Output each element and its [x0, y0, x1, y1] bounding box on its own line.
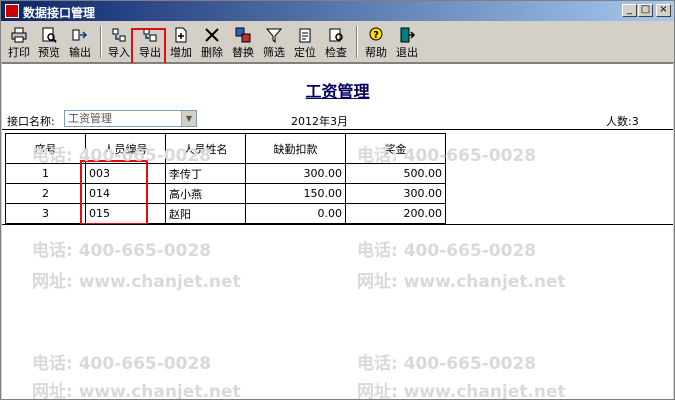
- header-divider: [2, 129, 673, 130]
- print-button[interactable]: 打印: [5, 25, 33, 59]
- locate-icon: [299, 28, 311, 43]
- cell-bonus[interactable]: 200.00: [345, 203, 446, 224]
- check-label: 检查: [325, 46, 347, 59]
- replace-button[interactable]: 替换: [229, 25, 257, 59]
- column-header[interactable]: 缺勤扣款: [245, 133, 346, 164]
- cell-seq[interactable]: 2: [5, 183, 86, 204]
- import-label: 导入: [108, 46, 130, 59]
- watermark-site: 网址: www.chanjet.net: [357, 272, 566, 292]
- locate-label: 定位: [294, 46, 316, 59]
- watermark-phone: 电话: 400-665-0028: [32, 354, 212, 374]
- watermark-phone: 电话: 400-665-0028: [357, 354, 537, 374]
- cell-employee-name[interactable]: 赵阳: [165, 203, 246, 224]
- watermark-site: 网址: www.chanjet.net: [32, 272, 241, 292]
- help-label: 帮助: [365, 46, 387, 59]
- app-icon: [5, 4, 19, 18]
- table-row[interactable]: 3 015 赵阳 0.00 200.00: [5, 203, 446, 224]
- output-label: 输出: [69, 46, 91, 59]
- preview-icon: [42, 27, 57, 43]
- close-button[interactable]: ×: [656, 4, 671, 17]
- help-button[interactable]: ? 帮助: [362, 25, 390, 59]
- table-bottom-divider: [2, 224, 673, 225]
- app-window: 数据接口管理 _ □ × 打印 预览 输出 导入 导出 增加 删除 替换 筛选 …: [0, 0, 675, 400]
- filter-icon: [266, 28, 282, 43]
- output-button[interactable]: 输出: [66, 25, 94, 59]
- table-header-row: 序号 人员编号 人员姓名 缺勤扣款 奖金: [5, 133, 446, 164]
- minimize-button[interactable]: _: [622, 4, 637, 17]
- replace-icon: [235, 27, 251, 43]
- cell-employee-name[interactable]: 高小燕: [165, 183, 246, 204]
- locate-button[interactable]: 定位: [291, 25, 319, 59]
- add-icon: [175, 27, 187, 43]
- interface-label: 接口名称:: [7, 115, 55, 128]
- toolbar-separator: [356, 26, 358, 58]
- filter-label: 筛选: [263, 46, 285, 59]
- delete-button[interactable]: 删除: [198, 25, 226, 59]
- column-header[interactable]: 人员姓名: [165, 133, 246, 164]
- cell-bonus[interactable]: 300.00: [345, 183, 446, 204]
- delete-icon: [205, 28, 219, 42]
- cell-seq[interactable]: 1: [5, 163, 86, 184]
- cell-absence-deduction[interactable]: 300.00: [245, 163, 346, 184]
- print-label: 打印: [8, 46, 30, 59]
- interface-select[interactable]: 工资管理 ▼: [64, 110, 197, 127]
- cell-absence-deduction[interactable]: 150.00: [245, 183, 346, 204]
- employee-no-highlight-box: [80, 160, 148, 225]
- preview-button[interactable]: 预览: [35, 25, 63, 59]
- column-header[interactable]: 序号: [5, 133, 86, 164]
- delete-label: 删除: [201, 46, 223, 59]
- employee-count: 人数:3: [606, 115, 639, 128]
- chevron-down-icon[interactable]: ▼: [181, 111, 196, 126]
- toolbar: 打印 预览 输出 导入 导出 增加 删除 替换 筛选 定位 检查 ? 帮助 退出: [1, 22, 674, 66]
- interface-select-value: 工资管理: [68, 112, 112, 125]
- cell-seq[interactable]: 3: [5, 203, 86, 224]
- help-icon: ?: [369, 27, 383, 41]
- report-area: 工资管理 接口名称: 工资管理 ▼ 2012年3月 人数:3 序号 人员编号 人…: [2, 63, 673, 399]
- cell-bonus[interactable]: 500.00: [345, 163, 446, 184]
- watermark-site: 网址: www.chanjet.net: [357, 382, 566, 400]
- cell-employee-name[interactable]: 李传丁: [165, 163, 246, 184]
- replace-label: 替换: [232, 46, 254, 59]
- preview-label: 预览: [38, 46, 60, 59]
- title-bar[interactable]: 数据接口管理 _ □ ×: [1, 1, 674, 21]
- watermark-phone: 电话: 400-665-0028: [357, 241, 537, 261]
- add-label: 增加: [170, 46, 192, 59]
- exit-icon: [400, 27, 415, 43]
- salary-table: 序号 人员编号 人员姓名 缺勤扣款 奖金 1 003 李传丁 300.00 50…: [5, 133, 446, 224]
- column-header[interactable]: 人员编号: [85, 133, 166, 164]
- exit-label: 退出: [396, 46, 418, 59]
- import-button[interactable]: 导入: [105, 25, 133, 59]
- printer-icon: [11, 27, 27, 43]
- report-title: 工资管理: [305, 82, 370, 101]
- exit-button[interactable]: 退出: [393, 25, 421, 59]
- watermark-site: 网址: www.chanjet.net: [32, 382, 241, 400]
- svg-text:?: ?: [373, 30, 379, 41]
- output-icon: [72, 29, 88, 41]
- check-icon: [329, 28, 343, 42]
- table-row[interactable]: 2 014 高小燕 150.00 300.00: [5, 183, 446, 204]
- window-title: 数据接口管理: [23, 6, 96, 20]
- watermark-phone: 电话: 400-665-0028: [32, 241, 212, 261]
- table-row[interactable]: 1 003 李传丁 300.00 500.00: [5, 163, 446, 184]
- toolbar-separator: [100, 26, 102, 58]
- report-period: 2012年3月: [291, 115, 348, 128]
- cell-absence-deduction[interactable]: 0.00: [245, 203, 346, 224]
- import-icon: [112, 28, 126, 42]
- column-header[interactable]: 奖金: [345, 133, 446, 164]
- export-highlight-box: [131, 28, 166, 66]
- add-button[interactable]: 增加: [167, 25, 195, 59]
- maximize-button[interactable]: □: [638, 4, 653, 17]
- filter-button[interactable]: 筛选: [260, 25, 288, 59]
- check-button[interactable]: 检查: [322, 25, 350, 59]
